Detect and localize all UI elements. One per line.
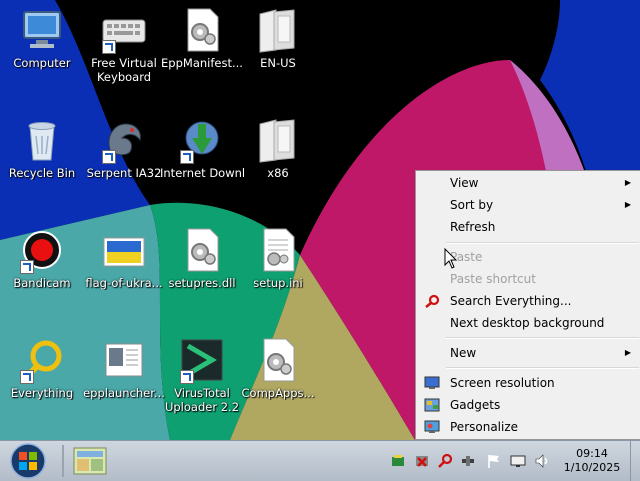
desktop-icon[interactable]: Serpent IA32 — [82, 116, 166, 180]
tray-network-icon[interactable] — [390, 453, 406, 469]
desktop-icon[interactable]: setupres.dll — [160, 226, 244, 290]
tray-everything-search-icon[interactable] — [437, 453, 453, 469]
menu-separator — [446, 242, 639, 244]
desktop-icon[interactable]: x86 — [236, 116, 320, 180]
menu-item-paste-shortcut[interactable]: Paste shortcut — [416, 269, 640, 289]
menu-separator — [446, 337, 639, 339]
desktop-icon-label: Recycle Bin — [8, 166, 76, 180]
taskbar-pinned-app-icon[interactable] — [72, 445, 108, 477]
bandicam-icon — [18, 226, 66, 274]
start-button[interactable] — [2, 442, 54, 480]
menu-item-search-everything[interactable]: Search Everything... — [416, 291, 640, 311]
dll-file-icon — [178, 226, 226, 274]
recycle-bin-icon — [18, 116, 66, 164]
monitor-icon — [424, 376, 440, 389]
everything-search-icon — [18, 336, 66, 384]
desktop-icon-label: Bandicam — [13, 276, 71, 290]
desktop-icon-label: x86 — [267, 166, 289, 180]
desktop-icon-label: Serpent IA32 — [86, 166, 162, 180]
desktop-icon-label: Computer — [13, 56, 71, 70]
desktop-icon[interactable]: Computer — [0, 6, 84, 70]
desktop-icon-label: Free Virtual Keyboard — [91, 56, 157, 84]
computer-icon — [18, 6, 66, 54]
ini-file-icon — [254, 226, 302, 274]
clock-date: 1/10/2025 — [563, 461, 621, 474]
desktop-icon[interactable]: EppManifest... — [160, 6, 244, 70]
desktop-icon[interactable]: Everything — [0, 336, 84, 400]
desktop-icon[interactable]: setup.ini — [236, 226, 320, 290]
config-file-icon — [254, 336, 302, 384]
desktop-icon[interactable]: EN-US — [236, 6, 320, 70]
shortcut-arrow-icon — [20, 370, 34, 384]
taskbar-clock[interactable]: 09:14 1/10/2025 — [560, 447, 624, 475]
folder-icon — [254, 116, 302, 164]
idm-icon — [178, 116, 226, 164]
desktop-icon-label: flag-of-ukra... — [85, 276, 163, 290]
shortcut-arrow-icon — [180, 150, 194, 164]
tray-disconnected-icon[interactable] — [414, 453, 430, 469]
show-desktop-button[interactable] — [630, 441, 640, 481]
virustotal-icon — [178, 336, 226, 384]
desktop-icon[interactable]: flag-of-ukra... — [82, 226, 166, 290]
magnifier-icon — [425, 294, 440, 308]
desktop-icon[interactable]: epplauncher... — [82, 336, 166, 400]
flag-image-icon — [100, 226, 148, 274]
personalize-icon — [424, 420, 440, 433]
tray-volume-icon[interactable] — [534, 453, 550, 469]
desktop-context-menu: View ▶ Sort by ▶ Refresh Paste Paste short… — [415, 170, 640, 440]
menu-item-gadgets[interactable]: Gadgets — [416, 395, 640, 415]
shortcut-arrow-icon — [102, 40, 116, 54]
desktop-icon-label: Everything — [10, 386, 74, 400]
menu-separator — [446, 367, 639, 369]
desktop-icon[interactable]: Internet Downlo... — [160, 116, 244, 180]
gadgets-icon — [424, 398, 440, 412]
shortcut-arrow-icon — [180, 370, 194, 384]
desktop-icon[interactable]: Free Virtual Keyboard — [82, 6, 166, 84]
folder-icon — [254, 6, 302, 54]
taskbar-separator — [62, 445, 64, 477]
mouse-cursor-icon — [444, 248, 458, 269]
menu-item-refresh[interactable]: Refresh — [416, 217, 640, 237]
menu-item-new[interactable]: New ▶ — [416, 343, 640, 363]
desktop-icon-label: Internet Downlo... — [160, 166, 244, 180]
clock-time: 09:14 — [576, 447, 608, 460]
desktop-icon-label: epplauncher... — [83, 386, 165, 400]
desktop-icon-label: VirusTotal Uploader 2.2 — [164, 386, 240, 414]
config-file-icon — [178, 6, 226, 54]
dragon-icon — [100, 116, 148, 164]
menu-item-view[interactable]: View ▶ — [416, 173, 640, 193]
menu-item-personalize[interactable]: Personalize — [416, 417, 640, 437]
desktop-icon[interactable]: CompApps... — [236, 336, 320, 400]
shortcut-arrow-icon — [102, 150, 116, 164]
shortcut-arrow-icon — [20, 260, 34, 274]
menu-item-sort-by[interactable]: Sort by ▶ — [416, 195, 640, 215]
desktop-icon-label: EppManifest... — [161, 56, 243, 70]
desktop-icon-label: EN-US — [260, 56, 296, 70]
desktop-icon[interactable]: Recycle Bin — [0, 116, 84, 180]
desktop-icon-label: setupres.dll — [168, 276, 236, 290]
menu-item-screen-resolution[interactable]: Screen resolution — [416, 373, 640, 393]
launcher-icon — [100, 336, 148, 384]
desktop-icon[interactable]: VirusTotal Uploader 2.2 — [160, 336, 244, 414]
keyboard-icon — [100, 6, 148, 54]
desktop-icon-label: setup.ini — [253, 276, 303, 290]
tray-action-center-flag-icon[interactable] — [486, 453, 502, 469]
tray-tool-icon[interactable] — [460, 453, 476, 469]
menu-item-next-background[interactable]: Next desktop background — [416, 313, 640, 333]
tray-display-icon[interactable] — [510, 453, 526, 469]
desktop-icon-label: CompApps... — [241, 386, 315, 400]
desktop-icon[interactable]: Bandicam — [0, 226, 84, 290]
taskbar: 09:14 1/10/2025 — [0, 440, 640, 481]
